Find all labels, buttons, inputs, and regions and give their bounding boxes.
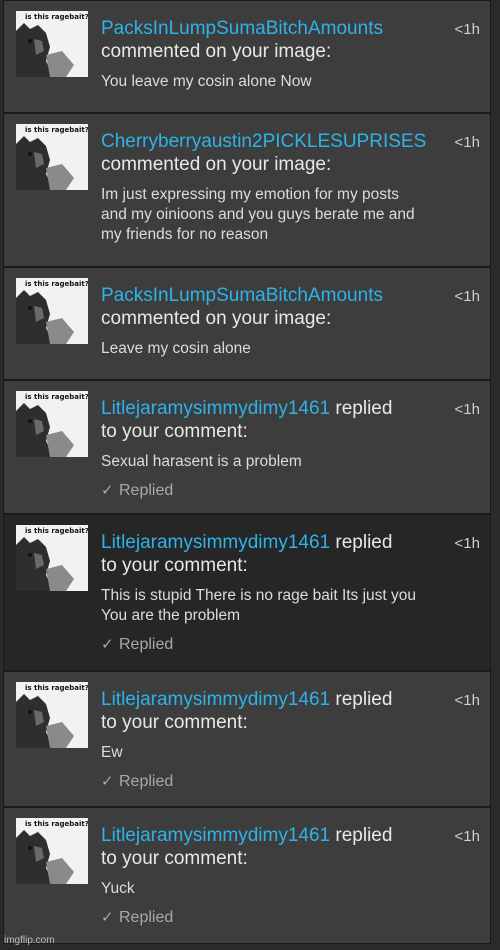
replied-label: Replied xyxy=(119,482,174,499)
action-text: replied xyxy=(330,689,393,710)
username-link[interactable]: Cherryberryaustin2PICKLESUPRISES xyxy=(101,131,426,152)
username-link[interactable]: Litlejaramysimmydimy1461 xyxy=(101,398,330,419)
timestamp: <1h xyxy=(454,828,480,845)
action-text: replied xyxy=(330,532,393,553)
notification-card[interactable]: is this ragebait? Litlejaramysimmydimy14… xyxy=(3,380,491,514)
replied-label: Replied xyxy=(119,909,174,926)
username-link[interactable]: Litlejaramysimmydimy1461 xyxy=(101,689,330,710)
comment-text: This is stupid There is no rage bait Its… xyxy=(101,587,417,624)
notification-thumbnail[interactable]: is this ragebait? xyxy=(16,278,88,344)
notification-card[interactable]: is this ragebait? Cherryberryaustin2PICK… xyxy=(3,113,491,267)
comment-text: Leave my cosin alone xyxy=(101,340,251,357)
replied-status: ✓ Replied xyxy=(101,772,456,792)
replied-status: ✓ Replied xyxy=(101,481,456,501)
username-link[interactable]: PacksInLumpSumaBitchAmounts xyxy=(101,285,383,306)
notification-card[interactable]: is this ragebait? Litlejaramysimmydimy14… xyxy=(3,671,491,807)
action-text: to your comment: xyxy=(101,555,248,576)
cat-image-icon xyxy=(16,537,74,591)
action-text: to your comment: xyxy=(101,712,248,733)
timestamp: <1h xyxy=(454,134,480,151)
comment-text: You leave my cosin alone Now xyxy=(101,73,312,90)
replied-status: ✓ Replied xyxy=(101,635,456,655)
replied-label: Replied xyxy=(119,773,174,790)
cat-image-icon xyxy=(16,694,74,748)
cat-image-icon xyxy=(16,830,74,884)
action-text: commented on your image: xyxy=(101,41,332,62)
notification-card[interactable]: is this ragebait? PacksInLumpSumaBitchAm… xyxy=(3,267,491,380)
notification-thumbnail[interactable]: is this ragebait? xyxy=(16,391,88,457)
username-link[interactable]: PacksInLumpSumaBitchAmounts xyxy=(101,18,383,39)
checkmark-icon: ✓ xyxy=(101,773,114,790)
username-link[interactable]: Litlejaramysimmydimy1461 xyxy=(101,532,330,553)
timestamp: <1h xyxy=(454,288,480,305)
timestamp: <1h xyxy=(454,21,480,38)
notification-card[interactable]: is this ragebait? Litlejaramysimmydimy14… xyxy=(3,514,491,671)
replied-label: Replied xyxy=(119,636,174,653)
notification-thumbnail[interactable]: is this ragebait? xyxy=(16,11,88,77)
action-text: commented on your image: xyxy=(101,308,332,329)
action-text: to your comment: xyxy=(101,421,248,442)
timestamp: <1h xyxy=(454,692,480,709)
comment-text: Yuck xyxy=(101,880,135,897)
notification-card[interactable]: is this ragebait? Litlejaramysimmydimy14… xyxy=(3,807,491,944)
cat-image-icon xyxy=(16,136,74,190)
cat-image-icon xyxy=(16,403,74,457)
notification-card[interactable]: is this ragebait? PacksInLumpSumaBitchAm… xyxy=(3,0,491,113)
timestamp: <1h xyxy=(454,535,480,552)
username-link[interactable]: Litlejaramysimmydimy1461 xyxy=(101,825,330,846)
replied-status: ✓ Replied xyxy=(101,908,456,928)
checkmark-icon: ✓ xyxy=(101,909,114,926)
imgflip-watermark: imgflip.com xyxy=(4,935,55,946)
action-text: commented on your image: xyxy=(101,154,332,175)
action-text: to your comment: xyxy=(101,848,248,869)
notification-thumbnail[interactable]: is this ragebait? xyxy=(16,818,88,884)
checkmark-icon: ✓ xyxy=(101,482,114,499)
notification-thumbnail[interactable]: is this ragebait? xyxy=(16,124,88,190)
comment-text: Sexual harasent is a problem xyxy=(101,453,302,470)
cat-image-icon xyxy=(16,23,74,77)
comment-text: Ew xyxy=(101,744,123,761)
action-text: replied xyxy=(330,825,393,846)
notification-feed: is this ragebait? PacksInLumpSumaBitchAm… xyxy=(3,0,491,944)
notification-thumbnail[interactable]: is this ragebait? xyxy=(16,525,88,591)
timestamp: <1h xyxy=(454,401,480,418)
notification-thumbnail[interactable]: is this ragebait? xyxy=(16,682,88,748)
action-text: replied xyxy=(330,398,393,419)
comment-text: Im just expressing my emotion for my pos… xyxy=(101,186,415,243)
checkmark-icon: ✓ xyxy=(101,636,114,653)
cat-image-icon xyxy=(16,290,74,344)
